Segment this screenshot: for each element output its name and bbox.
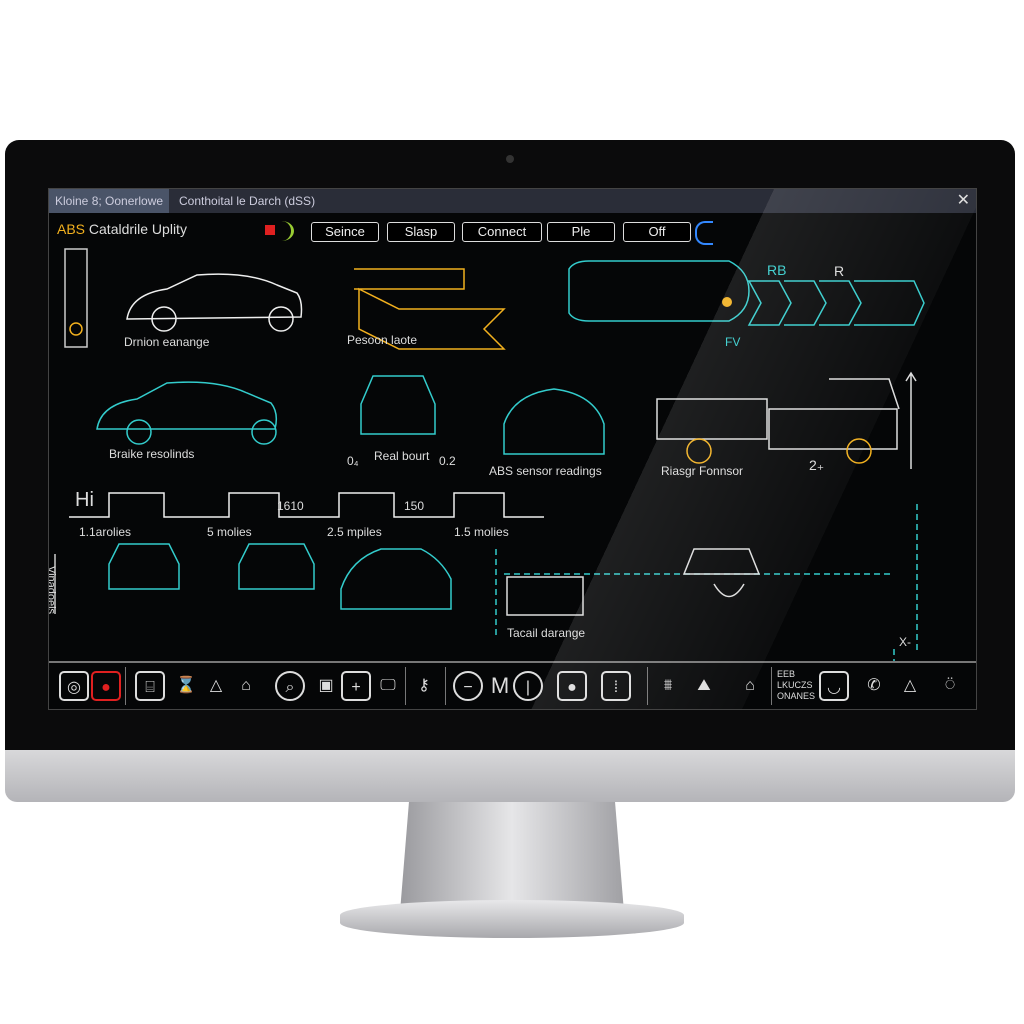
- label-abs-readings: ABS sensor readings: [489, 464, 602, 478]
- house-icon[interactable]: ⌂: [735, 671, 765, 701]
- gauge-icon: [69, 322, 83, 336]
- triangle-icon[interactable]: △: [895, 671, 925, 701]
- car-rear-views: [108, 543, 452, 610]
- label-hi: Hi: [75, 489, 94, 511]
- alert-icon[interactable]: ●: [91, 671, 121, 701]
- car-front: [360, 375, 436, 435]
- tool-icon[interactable]: ⚷: [409, 671, 439, 701]
- car-sedan-teal: [96, 381, 278, 430]
- label-m4: 1.5 molies: [454, 525, 509, 539]
- bottom-toolbar: ◎ ● ⌸ ⌛ △ ⌂ ⌕ ▣ + 🖵 ⚷ − M | ● ⁞ ⩩ ⛰ ⌂ EE…: [49, 661, 976, 709]
- screen: Kloine 8; Oonerlowe Conthoital le Darch …: [48, 188, 977, 710]
- garage-icon[interactable]: ⛰: [689, 671, 719, 701]
- home-icon[interactable]: ⌂: [231, 671, 261, 701]
- text-icon[interactable]: ◡: [819, 671, 849, 701]
- label-braike: Braike resolinds: [109, 447, 195, 461]
- range-box: [506, 576, 584, 616]
- label-riasgr: Riasgr Fonnsor: [661, 464, 744, 478]
- label-o2: 0.2: [439, 454, 456, 468]
- warning-icon[interactable]: △: [201, 671, 231, 701]
- label-r: R: [834, 263, 845, 279]
- monitor-icon[interactable]: 🖵: [373, 671, 403, 701]
- label-m1: 1.1arolies: [79, 525, 132, 539]
- record-icon[interactable]: ●: [557, 671, 587, 701]
- plus-icon[interactable]: +: [341, 671, 371, 701]
- gauge-icon[interactable]: ⌸: [135, 671, 165, 701]
- label-m3: 2.5 mpiles: [327, 525, 382, 539]
- monitor-base: [340, 900, 684, 938]
- diagram-canvas: [54, 248, 925, 661]
- monitor-stand: [400, 802, 624, 912]
- car-top-view: [568, 260, 750, 322]
- axle-diagram: [682, 548, 761, 598]
- info-icon[interactable]: ⍥: [935, 671, 965, 701]
- phone-icon[interactable]: ✆: [859, 671, 889, 701]
- hourglass-icon[interactable]: ⌛: [171, 671, 201, 701]
- label-v2: 150: [404, 499, 425, 513]
- label-rb: RB: [767, 262, 787, 278]
- signal-graph: [69, 492, 544, 518]
- minus-icon[interactable]: −: [453, 671, 483, 701]
- image-icon[interactable]: ▣: [311, 671, 341, 701]
- m-icon[interactable]: M: [485, 671, 515, 701]
- bottom-text: EEB LKUCZS ONANES: [777, 669, 816, 701]
- label-drnion: Drnion eanange: [124, 335, 210, 349]
- label-real-bourt: Real bourt: [374, 449, 430, 463]
- car-lift-icon[interactable]: ⩩: [653, 671, 683, 701]
- direction-arrows: [747, 280, 925, 326]
- label-fv: FV: [725, 335, 741, 349]
- label-pesoon: Pesoon laote: [347, 333, 418, 347]
- power-icon[interactable]: |: [513, 671, 543, 701]
- webcam: [506, 155, 514, 163]
- search-icon[interactable]: ⌕: [275, 671, 305, 701]
- disc-icon[interactable]: ◎: [59, 671, 89, 701]
- sensor-icon[interactable]: ⁞: [601, 671, 631, 701]
- label-vertical: Vinadoels: [48, 565, 58, 615]
- monitor-chin: [5, 750, 1015, 802]
- label-x: X-: [899, 635, 911, 649]
- label-m2: 5 molies: [207, 525, 252, 539]
- label-tacail: Tacail darange: [507, 626, 586, 640]
- label-two: 2₊: [809, 457, 825, 473]
- car-sport: [503, 388, 605, 455]
- vehicle-side-diagram: [656, 378, 900, 450]
- label-o4: 0₄: [347, 454, 359, 468]
- label-v1: 1610: [277, 499, 304, 513]
- side-gauge: [64, 248, 88, 348]
